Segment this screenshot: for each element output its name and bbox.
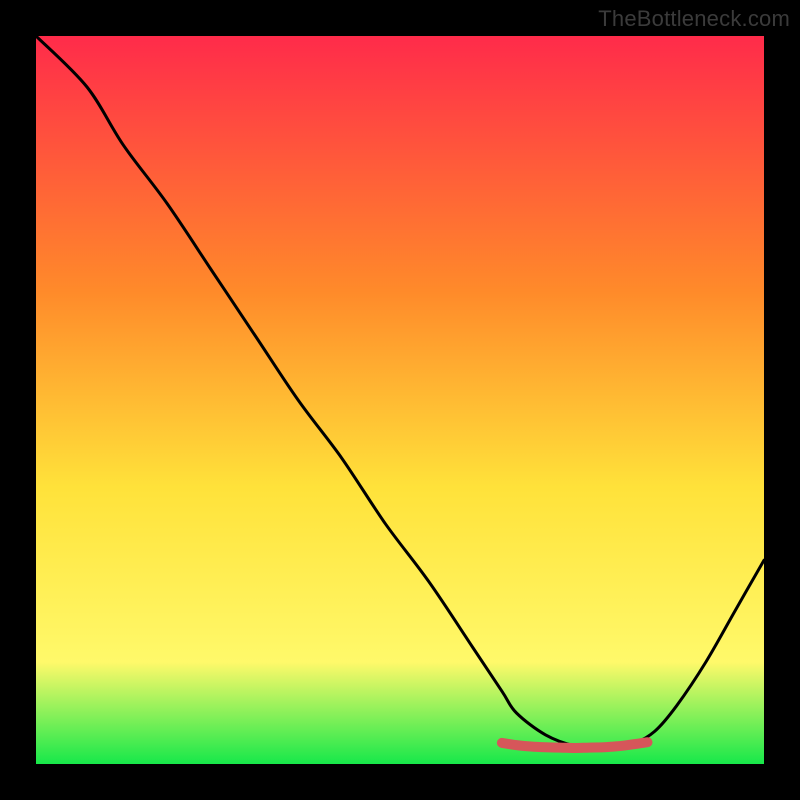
plot-area (36, 36, 764, 764)
marker-band (502, 742, 648, 748)
gradient-bg-rect (36, 36, 764, 764)
chart-svg (36, 36, 764, 764)
chart-container: TheBottleneck.com (0, 0, 800, 800)
watermark-text: TheBottleneck.com (598, 6, 790, 32)
